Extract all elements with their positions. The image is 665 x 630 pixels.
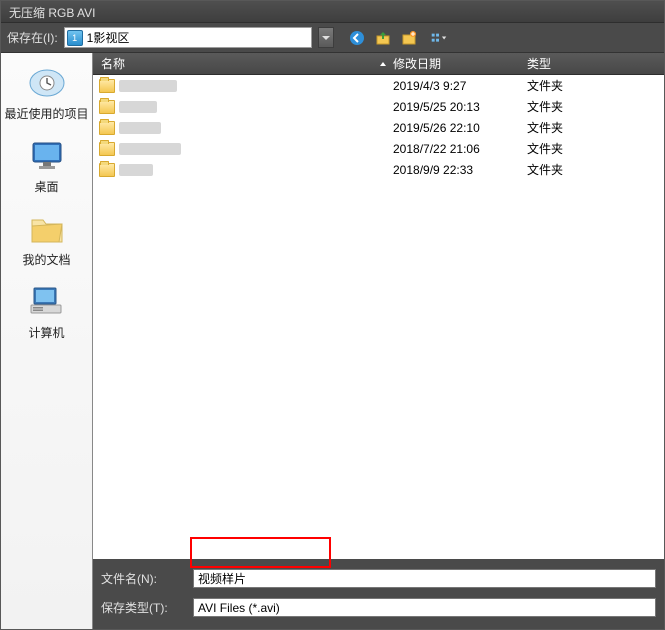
folder-icon: [99, 142, 115, 156]
list-item-type: 文件夹: [521, 161, 664, 178]
list-item-type: 文件夹: [521, 98, 664, 115]
list-item-type: 文件夹: [521, 140, 664, 157]
computer-icon: [27, 284, 67, 320]
list-item-type: 文件夹: [521, 119, 664, 136]
location-combo[interactable]: 1 1影视区: [64, 27, 312, 48]
list-item[interactable]: 2018/7/22 21:06 文件夹: [93, 138, 664, 159]
bottom-fields: 文件名(N): 保存类型(T):: [93, 559, 664, 629]
column-header: 名称 修改日期 类型: [93, 53, 664, 75]
window-title: 无压缩 RGB AVI: [1, 1, 664, 23]
filename-label: 文件名(N):: [101, 570, 181, 587]
folder-icon: [99, 79, 115, 93]
location-drop-button[interactable]: [318, 27, 334, 48]
folder-name-redacted: [119, 80, 177, 92]
list-item-date: 2019/5/25 20:13: [393, 100, 521, 114]
folder-icon: [99, 100, 115, 114]
folder-icon: [99, 163, 115, 177]
desktop-icon: [27, 138, 67, 174]
list-item[interactable]: 2019/4/3 9:27 文件夹: [93, 75, 664, 96]
filetype-combo[interactable]: [193, 598, 656, 617]
main-column: 名称 修改日期 类型 2019/4/3 9:27 文件夹 2019/5/25 2…: [93, 53, 664, 629]
folder-name-redacted: [119, 143, 181, 155]
place-label: 我的文档: [1, 251, 92, 268]
list-item-date: 2018/7/22 21:06: [393, 142, 521, 156]
recent-icon: [27, 65, 67, 101]
filetype-label: 保存类型(T):: [101, 599, 181, 616]
place-label: 最近使用的项目: [1, 105, 92, 122]
save-in-label: 保存在(I):: [7, 29, 58, 46]
list-item[interactable]: 2019/5/25 20:13 文件夹: [93, 96, 664, 117]
places-bar: 最近使用的项目 桌面 我的文档 计算机: [1, 53, 93, 629]
view-menu-button[interactable]: [424, 27, 454, 49]
location-folder-icon: 1: [67, 30, 83, 46]
location-text: 1影视区: [87, 29, 130, 46]
list-item-date: 2019/5/26 22:10: [393, 121, 521, 135]
column-header-name[interactable]: 名称: [93, 55, 393, 72]
dialog-body: 最近使用的项目 桌面 我的文档 计算机: [1, 53, 664, 629]
sort-arrow-icon: [379, 57, 387, 71]
folder-name-redacted: [119, 164, 153, 176]
location-toolbar: 保存在(I): 1 1影视区: [1, 23, 664, 53]
filename-input[interactable]: [193, 569, 656, 588]
column-header-date[interactable]: 修改日期: [393, 55, 521, 72]
place-label: 计算机: [1, 324, 92, 341]
list-item-date: 2019/4/3 9:27: [393, 79, 521, 93]
documents-icon: [27, 211, 67, 247]
place-label: 桌面: [1, 178, 92, 195]
place-mydocs[interactable]: 我的文档: [1, 207, 92, 278]
list-item[interactable]: 2019/5/26 22:10 文件夹: [93, 117, 664, 138]
up-one-level-button[interactable]: [372, 27, 394, 49]
new-folder-button[interactable]: [398, 27, 420, 49]
back-button[interactable]: [346, 27, 368, 49]
list-item-type: 文件夹: [521, 77, 664, 94]
place-recent[interactable]: 最近使用的项目: [1, 61, 92, 132]
save-dialog: 无压缩 RGB AVI 保存在(I): 1 1影视区: [0, 0, 665, 630]
place-computer[interactable]: 计算机: [1, 280, 92, 351]
place-desktop[interactable]: 桌面: [1, 134, 92, 205]
list-item[interactable]: 2018/9/9 22:33 文件夹: [93, 159, 664, 180]
column-name-label: 名称: [101, 55, 125, 72]
list-item-date: 2018/9/9 22:33: [393, 163, 521, 177]
folder-name-redacted: [119, 101, 157, 113]
folder-icon: [99, 121, 115, 135]
folder-name-redacted: [119, 122, 161, 134]
column-header-type[interactable]: 类型: [521, 55, 664, 72]
file-list[interactable]: 2019/4/3 9:27 文件夹 2019/5/25 20:13 文件夹 20…: [93, 75, 664, 559]
